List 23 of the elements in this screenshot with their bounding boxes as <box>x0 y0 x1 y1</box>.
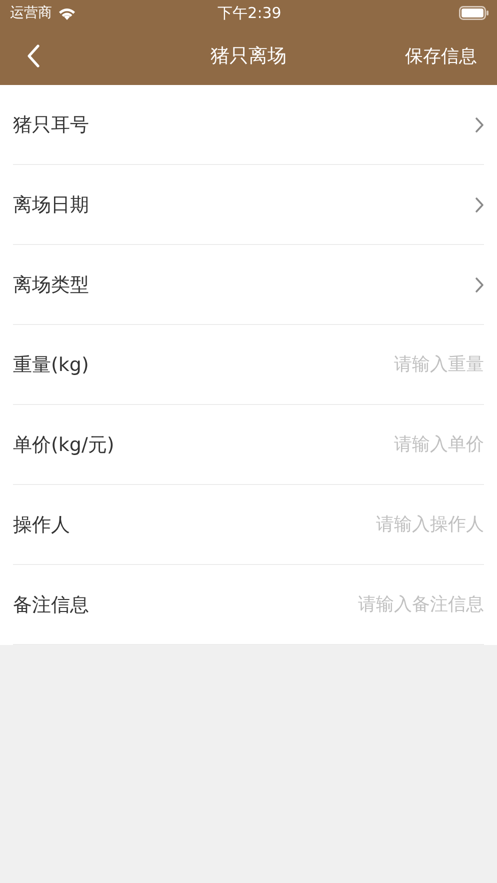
field-label: 单价(kg/元) <box>13 432 114 458</box>
field-label: 离场日期 <box>13 192 89 218</box>
input-field[interactable]: 请输入重量 <box>264 354 484 375</box>
picker-row[interactable]: 离场日期 <box>13 165 484 245</box>
page-title: 猪只离场 <box>210 44 286 68</box>
field-label: 重量(kg) <box>13 352 89 378</box>
chevron-icon <box>475 196 484 212</box>
field-label: 操作人 <box>13 512 70 538</box>
carrier-name: 运营商 <box>10 4 52 22</box>
field-label: 离场类型 <box>13 272 89 298</box>
input-field[interactable]: 请输入备注信息 <box>264 594 484 615</box>
input-field[interactable]: 请输入操作人 <box>264 514 484 535</box>
field-label: 备注信息 <box>13 592 89 618</box>
picker-row[interactable]: 离场类型 <box>13 245 484 325</box>
save-button[interactable]: 保存信息 <box>405 44 477 68</box>
input-field[interactable]: 请输入单价 <box>264 434 484 455</box>
battery-icon <box>459 6 489 20</box>
chevron-icon <box>475 116 484 132</box>
clock-time: 下午2:39 <box>218 4 282 22</box>
wifi-icon <box>58 6 76 20</box>
field-label: 猪只耳号 <box>13 112 89 138</box>
chevron-icon <box>475 276 484 292</box>
picker-row[interactable]: 猪只耳号 <box>13 85 484 165</box>
